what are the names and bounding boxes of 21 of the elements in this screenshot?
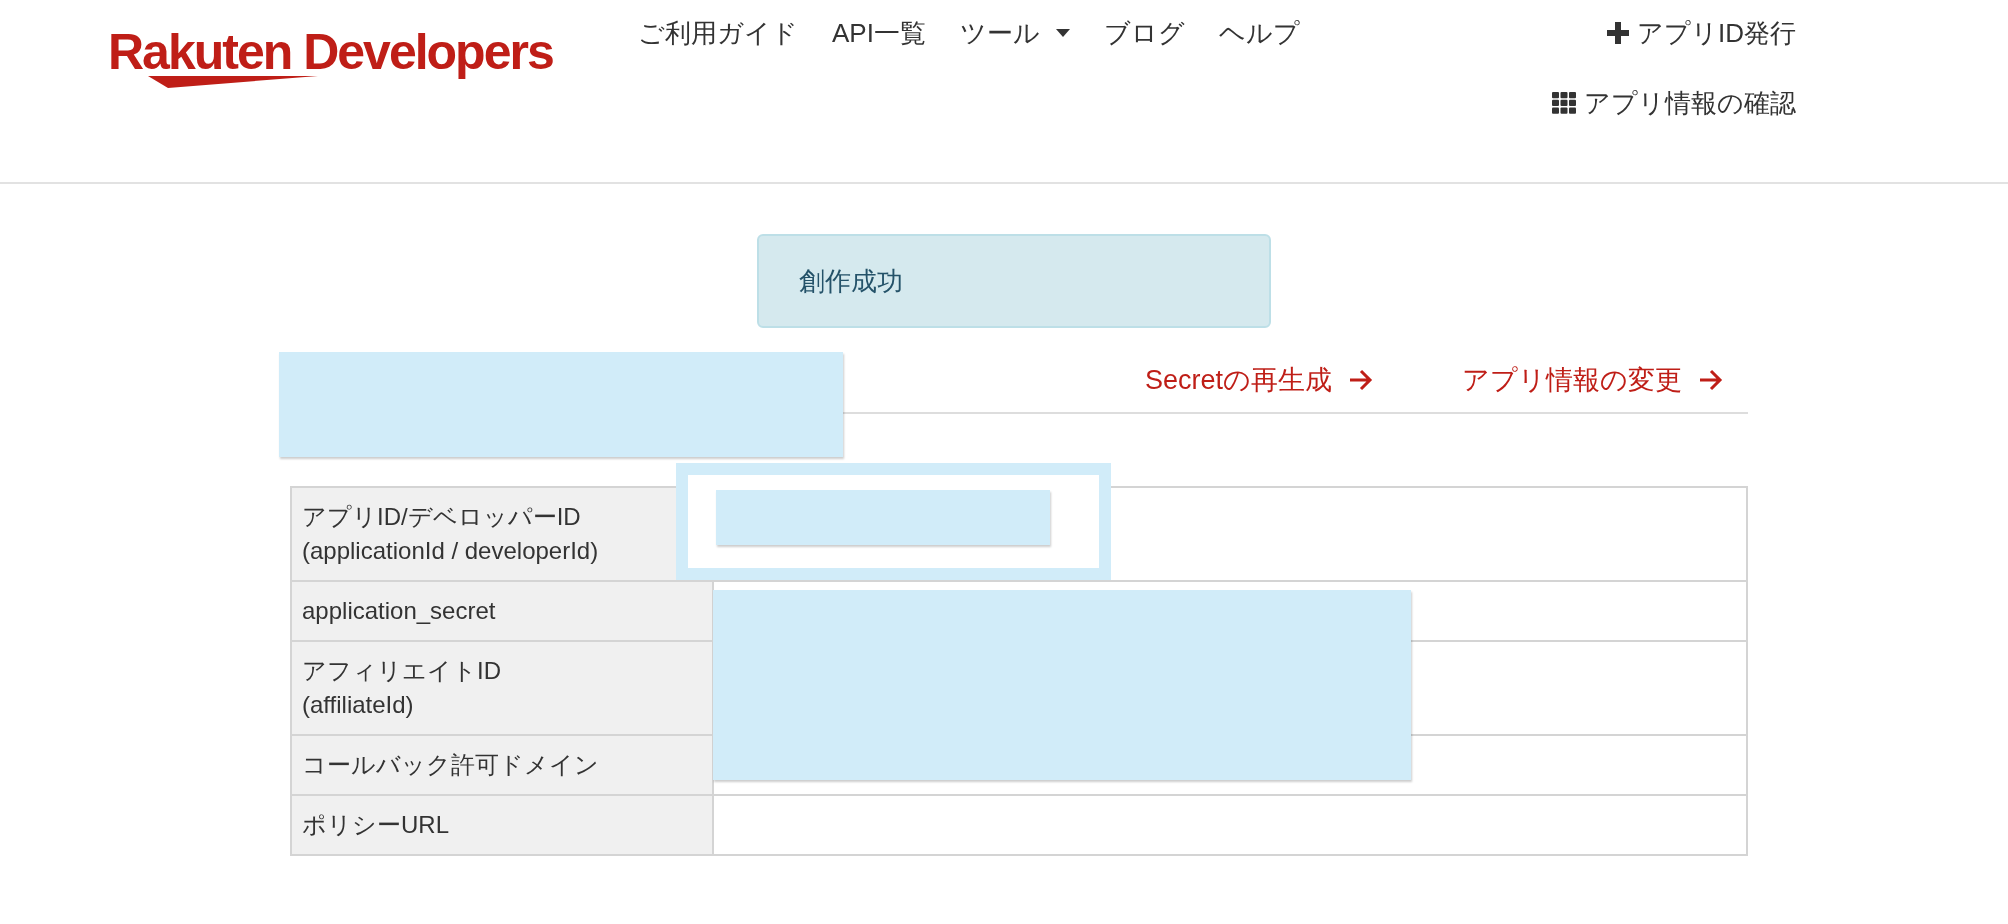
- nav-link[interactable]: ツール: [959, 16, 1070, 50]
- arrow-right-icon: [1348, 368, 1374, 392]
- row-label: application_secret: [291, 581, 713, 641]
- nav-link[interactable]: ご利用ガイド: [638, 16, 798, 50]
- success-alert: 創作成功: [757, 234, 1271, 328]
- caret-icon: [1055, 29, 1070, 37]
- grid-icon: [1552, 92, 1576, 114]
- action-link[interactable]: アプリ情報の変更: [1462, 362, 1724, 398]
- arrow-right-icon: [1698, 368, 1724, 392]
- row-label: ポリシーURL: [291, 795, 713, 855]
- nav-link[interactable]: API一覧: [832, 16, 926, 50]
- logo-text[interactable]: Rakuten Developers: [108, 24, 638, 80]
- nav-link[interactable]: ブログ: [1103, 16, 1185, 50]
- header-action-link[interactable]: アプリID発行: [1607, 16, 1796, 50]
- nav-link[interactable]: ヘルプ: [1218, 16, 1300, 50]
- header-action-link[interactable]: アプリ情報の確認: [1552, 86, 1796, 120]
- plus-icon: [1607, 22, 1629, 44]
- row-label: アプリID/デベロッパーID (applicationId / developerId): [291, 487, 713, 581]
- action-link[interactable]: Secretの再生成: [1144, 362, 1374, 398]
- row-label: アフィリエイトID (affiliateId): [291, 641, 713, 735]
- row-label: コールバック許可ドメイン: [291, 735, 713, 795]
